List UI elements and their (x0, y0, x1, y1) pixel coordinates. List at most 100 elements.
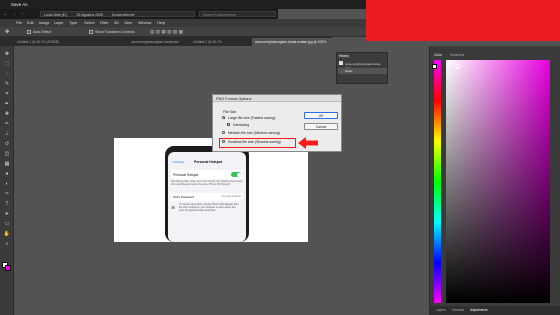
options-bar: ✥ Auto-Select Show Transform Controls ▤▥… (0, 27, 366, 37)
hue-slider[interactable] (434, 60, 441, 303)
align-icons[interactable]: ▤▥▦▧▨▩ (150, 29, 185, 35)
hotspot-label: Personal Hotspot (173, 172, 199, 177)
clone-stamp-tool-icon[interactable]: ⊥ (3, 131, 11, 137)
history-item-1-label: Open (345, 68, 353, 73)
menu-edit[interactable]: Edit (27, 21, 34, 25)
phone-screen: < Settings Personal Hotspot Personal Hot… (168, 152, 246, 242)
doc-tab-2-label: Untitled-2 @ 66,7% (193, 40, 222, 44)
layers-tab[interactable]: Layers (436, 308, 446, 312)
gradient-tool-icon[interactable]: ▦ (3, 161, 11, 167)
color-picker-handle[interactable] (455, 64, 460, 69)
eyedropper-tool-icon[interactable]: ✒ (3, 101, 11, 107)
shape-tool-icon[interactable]: ▭ (3, 221, 11, 227)
hotspot-toggle (231, 172, 241, 177)
cancel-button[interactable]: Cancel (304, 123, 338, 130)
history-item-1[interactable]: Open (338, 68, 387, 74)
phone-nav: < Settings Personal Hotspot (168, 160, 246, 166)
option-medium-label: Medium file size (Medium saving) (228, 131, 280, 135)
path-part-2[interactable]: Kuota internet (109, 13, 134, 17)
blur-tool-icon[interactable]: ● (3, 171, 11, 177)
hand-tool-icon[interactable]: ✋ (3, 231, 11, 237)
menu-filter[interactable]: Filter (100, 21, 108, 25)
doc-tab-2[interactable]: Untitled-2 @ 66,7% (190, 38, 250, 46)
show-transform-checkbox[interactable] (89, 29, 93, 34)
radio-medium[interactable] (222, 131, 226, 135)
move-tool-icon[interactable]: ✥ (3, 51, 11, 57)
zoom-tool-icon[interactable]: ⌕ (3, 241, 11, 247)
doc-tab-3-label: cara-menghubungkan-kuota-malam.jpg @ 100… (255, 40, 327, 44)
eraser-tool-icon[interactable]: ◫ (3, 151, 11, 157)
dialog-titlebar: PNG Format Options (213, 95, 341, 102)
menu-file[interactable]: File (16, 21, 22, 25)
auto-select-checkbox[interactable] (27, 29, 31, 34)
ok-button[interactable]: OK (304, 112, 338, 119)
quick-select-tool-icon[interactable]: ✎ (3, 81, 11, 87)
highlight-box (219, 138, 296, 148)
forward-arrow-icon[interactable]: → (12, 11, 17, 17)
doc-tab-3[interactable]: cara-menghubungkan-kuota-malam.jpg @ 100… (252, 38, 332, 46)
background-color-swatch[interactable] (5, 265, 11, 271)
doc-tab-0[interactable]: Untitled-1 @ 66,7% (RGB/8) (14, 38, 126, 46)
history-panel: History cara-menghubungkan-kuota-mal... … (336, 52, 388, 84)
wifi-password-label: Wi-Fi Password (173, 195, 195, 199)
back-arrow-icon[interactable]: ← (3, 11, 8, 17)
menu-select[interactable]: Select (84, 21, 95, 25)
connect-note: To connect using Wi-Fi, choose 'iPhone (… (179, 204, 239, 212)
history-brush-tool-icon[interactable]: ↺ (3, 141, 11, 147)
path-part-0[interactable]: Local Disk (E:) (41, 13, 67, 17)
menu-bar: File Edit Image Layer Type Select Filter… (0, 19, 366, 27)
red-banner (366, 0, 560, 41)
menu-3d[interactable]: 3D (114, 21, 119, 25)
auto-select-label: Auto-Select (33, 29, 52, 34)
file-size-label: File Size (223, 110, 237, 114)
menu-window[interactable]: Window (138, 21, 152, 25)
search-input[interactable]: Search Kuota internet (199, 11, 276, 17)
path-part-1[interactable]: 25 Agustus 2020 (73, 13, 103, 17)
brush-tool-icon[interactable]: ✏ (3, 121, 11, 127)
menu-type[interactable]: Type (69, 21, 77, 25)
pointer-arrow-icon (298, 137, 318, 149)
wifi-password-row: Wi-Fi Password Jaringan keakoje (171, 193, 243, 201)
hotspot-description: Now discoverable. Other users can look f… (171, 181, 243, 186)
path-select-tool-icon[interactable]: ➤ (3, 211, 11, 217)
window-title: Save As (11, 2, 28, 7)
menu-view[interactable]: View (124, 21, 132, 25)
doc-tab-1[interactable]: cara-menghubungkan-kuota.psd (128, 38, 188, 46)
color-field[interactable] (446, 60, 550, 303)
interlacing-label: Interlacing (233, 123, 250, 127)
libraries-tab[interactable]: Libraries (452, 308, 464, 312)
menu-image[interactable]: Image (39, 21, 50, 25)
swatches-tab[interactable]: Swatches (450, 53, 464, 57)
fg-swatch-small[interactable] (432, 64, 437, 69)
show-transform-label: Show Transform Controls (95, 29, 135, 34)
healing-tool-icon[interactable]: ✚ (3, 111, 11, 117)
menu-layer[interactable]: Layer (54, 21, 64, 25)
address-path[interactable]: Local Disk (E:) › 25 Agustus 2020 › Kuot… (40, 11, 195, 17)
radio-large[interactable] (222, 116, 226, 120)
pen-tool-icon[interactable]: ✑ (3, 191, 11, 197)
adjustments-tab[interactable]: Adjustments (470, 308, 488, 312)
history-item-0[interactable]: cara-menghubungkan-kuota-mal... (338, 61, 387, 70)
doc-tab-1-label: cara-menghubungkan-kuota.psd (131, 40, 179, 44)
phone-back: < Settings (171, 160, 185, 164)
crop-tool-icon[interactable]: ⌗ (3, 91, 11, 97)
color-tab[interactable]: Color (434, 53, 442, 57)
phone-title: Personal Hotspot (194, 160, 223, 164)
marquee-tool-icon[interactable]: ⬚ (3, 61, 11, 67)
move-tool-icon[interactable]: ✥ (5, 29, 9, 35)
wifi-icon: ≋ (171, 205, 176, 211)
menu-help[interactable]: Help (157, 21, 165, 25)
hotspot-row: Personal Hotspot (171, 170, 243, 179)
dodge-tool-icon[interactable]: ◐ (3, 181, 11, 187)
doc-tab-0-label: Untitled-1 @ 66,7% (RGB/8) (17, 40, 59, 44)
up-arrow-icon[interactable]: ↑ (21, 11, 23, 16)
history-title: History (339, 53, 349, 58)
wifi-password-value: Jaringan keakoje (221, 195, 241, 198)
search-placeholder: Search Kuota internet (203, 13, 236, 17)
history-thumb (339, 61, 343, 65)
bottom-panel-tabs (429, 306, 560, 315)
type-tool-icon[interactable]: T (3, 201, 11, 207)
panel-dock (332, 46, 429, 315)
interlacing-checkbox[interactable] (227, 123, 231, 127)
lasso-tool-icon[interactable]: ◌ (3, 71, 11, 77)
